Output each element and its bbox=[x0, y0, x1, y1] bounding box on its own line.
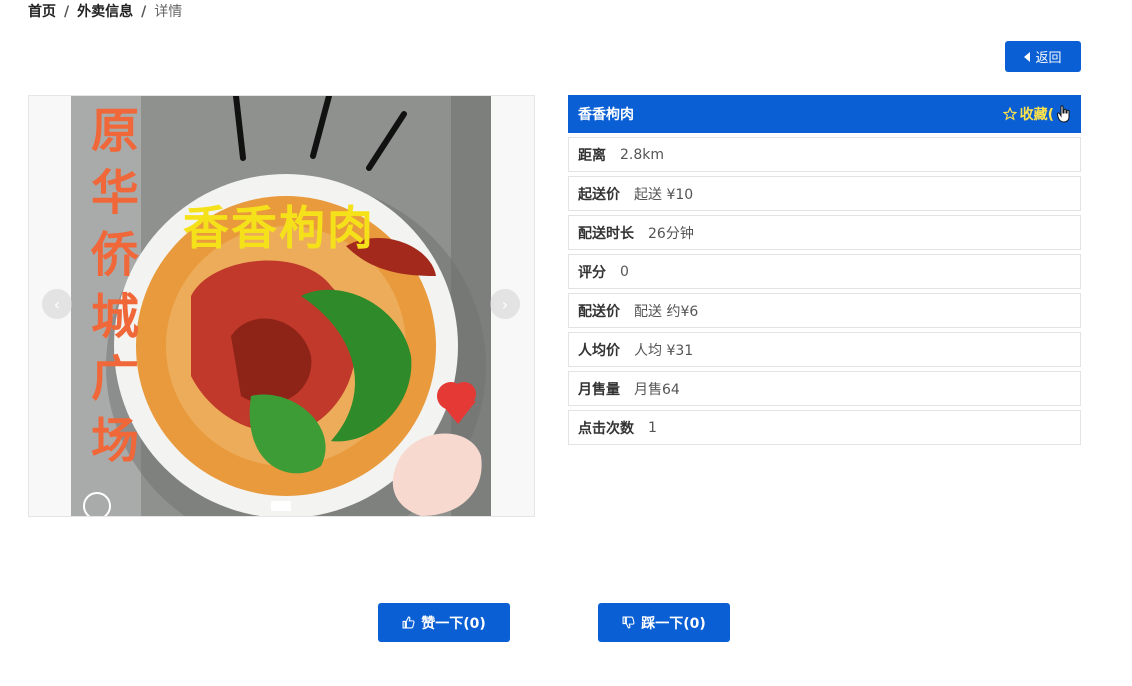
star-icon bbox=[1002, 107, 1017, 121]
photo-dish-caption: 香香枸肉 bbox=[183, 201, 375, 255]
caret-left-icon bbox=[1024, 51, 1031, 62]
info-row-delivery-fee: 配送价 配送 约¥6 bbox=[568, 293, 1081, 328]
info-row-click-count: 点击次数 1 bbox=[568, 410, 1081, 445]
back-button-label: 返回 bbox=[1035, 51, 1062, 66]
image-carousel: 原 华 侨 城 广 场 香香枸肉 ‹ › bbox=[28, 95, 535, 517]
dish-info-panel: 香香枸肉 收藏( 距离 2.8km 起送价 起送 ¥10 配送时长 26分钟 评… bbox=[568, 95, 1081, 445]
dish-title: 香香枸肉 bbox=[578, 107, 634, 123]
favorite-label: 收藏( bbox=[1019, 107, 1054, 123]
carousel-indicator[interactable] bbox=[271, 501, 291, 511]
breadcrumb-list[interactable]: 外卖信息 bbox=[77, 4, 133, 20]
thumbs-down-icon bbox=[622, 616, 635, 629]
info-row-distance: 距离 2.8km bbox=[568, 137, 1081, 172]
thumbs-up-icon bbox=[402, 616, 415, 629]
favorite-button[interactable]: 收藏( bbox=[1002, 104, 1071, 124]
breadcrumb-separator: / bbox=[141, 4, 147, 20]
dislike-button-label: 踩一下(0) bbox=[641, 615, 706, 632]
info-row-avg-price: 人均价 人均 ¥31 bbox=[568, 332, 1081, 367]
like-button[interactable]: 赞一下(0) bbox=[378, 603, 510, 642]
breadcrumb-home[interactable]: 首页 bbox=[28, 4, 56, 20]
dislike-button[interactable]: 踩一下(0) bbox=[598, 603, 730, 642]
photo-vertical-text: 原 华 侨 城 广 场 bbox=[90, 103, 139, 469]
info-row-monthly-sales: 月售量 月售64 bbox=[568, 371, 1081, 406]
breadcrumb: 首页 / 外卖信息 / 详情 bbox=[28, 2, 182, 22]
like-button-label: 赞一下(0) bbox=[421, 615, 486, 632]
back-button[interactable]: 返回 bbox=[1005, 41, 1081, 72]
breadcrumb-separator: / bbox=[64, 4, 70, 20]
info-row-delivery-time: 配送时长 26分钟 bbox=[568, 215, 1081, 250]
carousel-next-arrow-icon[interactable]: › bbox=[490, 289, 520, 319]
info-row-rating: 评分 0 bbox=[568, 254, 1081, 289]
hand-cursor-icon bbox=[1057, 105, 1070, 123]
carousel-prev-arrow-icon[interactable]: ‹ bbox=[42, 289, 72, 319]
dish-photo: 原 华 侨 城 广 场 香香枸肉 bbox=[71, 96, 491, 516]
info-header: 香香枸肉 收藏( bbox=[568, 95, 1081, 133]
info-row-min-order: 起送价 起送 ¥10 bbox=[568, 176, 1081, 211]
breadcrumb-current: 详情 bbox=[154, 4, 183, 20]
